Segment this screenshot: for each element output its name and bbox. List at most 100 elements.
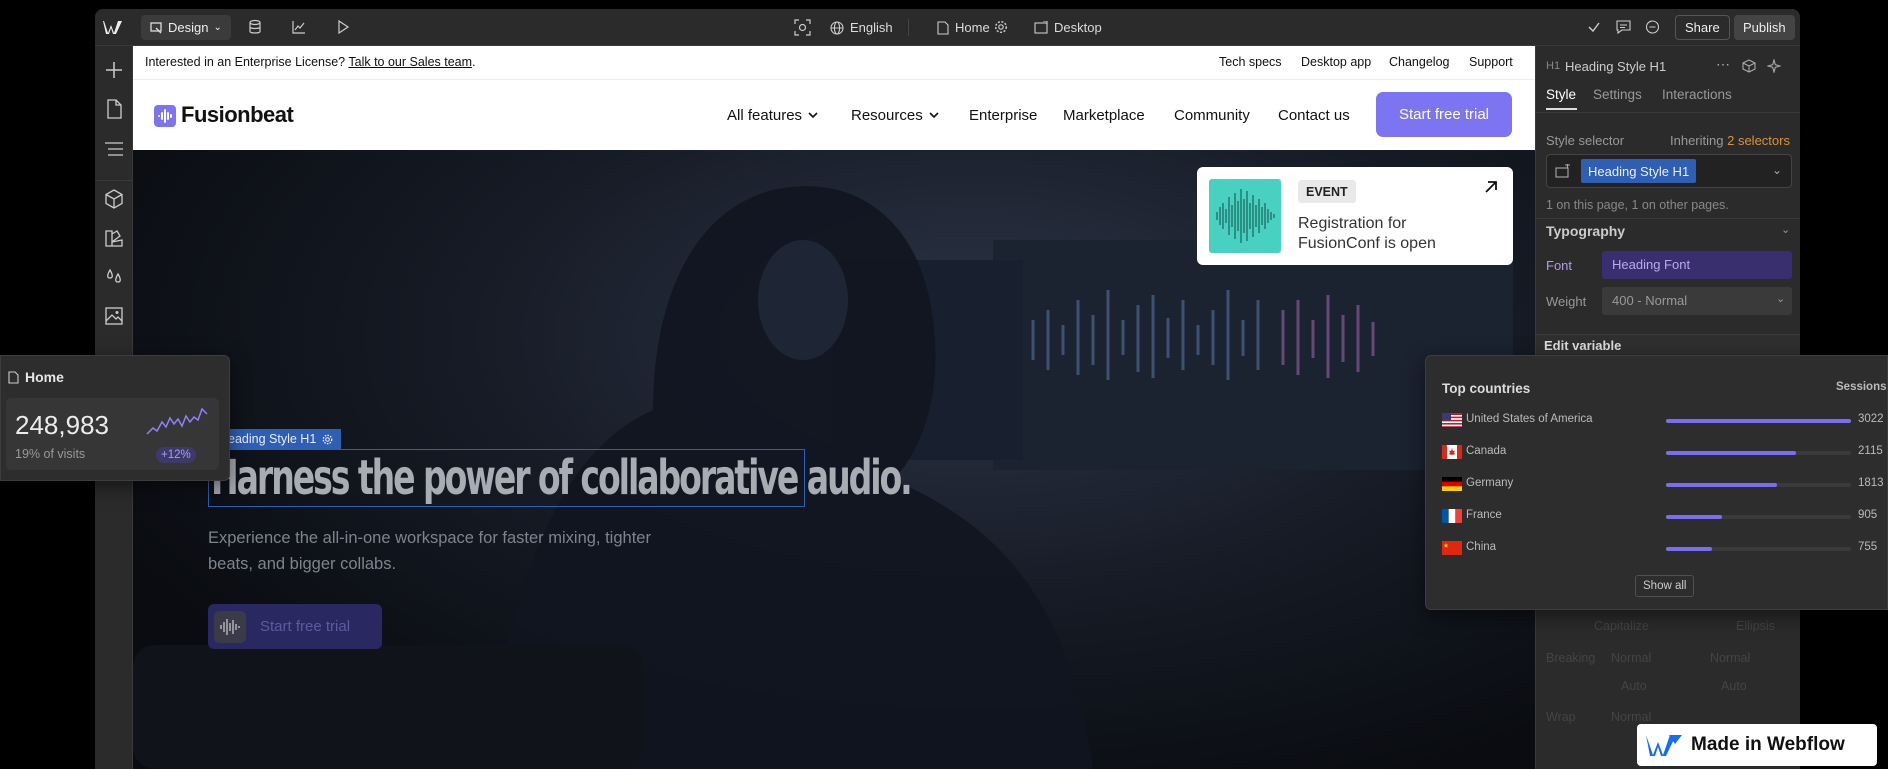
webflow-logo-icon xyxy=(1645,732,1683,758)
components-cube-icon[interactable] xyxy=(104,189,124,209)
chevron-down-icon[interactable]: ⌄ xyxy=(1781,223,1790,236)
tab-style[interactable]: Style xyxy=(1546,87,1576,102)
comments-icon[interactable] xyxy=(1645,20,1660,35)
event-title-line-1: Registration for xyxy=(1298,215,1407,232)
add-element-plus-icon[interactable] xyxy=(104,60,124,80)
auto-value-2[interactable]: Auto xyxy=(1721,679,1747,693)
selector-chip[interactable]: Heading Style H1 xyxy=(1581,159,1697,183)
locale-label: English xyxy=(850,20,893,35)
ai-sparkle-icon[interactable] xyxy=(1767,59,1781,73)
visits-sparkline xyxy=(146,407,208,435)
flag-fr-icon xyxy=(1442,509,1462,523)
wrap-value[interactable]: Normal xyxy=(1611,710,1651,724)
announcement-period: . xyxy=(472,55,476,69)
hero-heading[interactable]: Harness the power of collaborative audio… xyxy=(211,450,913,506)
auto-value[interactable]: Auto xyxy=(1621,679,1647,693)
pages-icon[interactable] xyxy=(104,99,124,119)
style-selector-field[interactable]: Heading Style H1 ⌄ xyxy=(1546,154,1792,188)
change-badge: +12% xyxy=(156,447,196,463)
designer-canvas[interactable]: Interested in an Enterprise License? Tal… xyxy=(133,46,1535,769)
sessions-bar-fill xyxy=(1666,451,1796,455)
element-name: Heading Style H1 xyxy=(1565,59,1667,74)
sales-team-link[interactable]: Talk to our Sales team xyxy=(348,55,472,69)
desktop-app-link[interactable]: Desktop app xyxy=(1301,55,1371,69)
event-title-line-2: FusionConf is open xyxy=(1298,235,1436,252)
preview-play-icon[interactable] xyxy=(335,19,351,35)
sessions-value: 3022 xyxy=(1858,413,1884,425)
selected-element-label[interactable]: Heading Style H1 xyxy=(211,429,342,449)
globe-icon xyxy=(830,20,844,35)
assets-image-icon[interactable] xyxy=(104,306,124,326)
show-all-button[interactable]: Show all xyxy=(1635,575,1695,597)
breaking-value-2[interactable]: Normal xyxy=(1710,651,1750,665)
font-variable-field[interactable]: Heading Font xyxy=(1602,251,1792,279)
sessions-bar-fill xyxy=(1666,483,1777,487)
sessions-value: 2115 xyxy=(1858,445,1883,457)
locale-selector[interactable]: English xyxy=(830,9,893,46)
breaking-label: Breaking xyxy=(1546,651,1596,665)
sessions-value: 905 xyxy=(1858,509,1878,521)
sessions-bar-fill xyxy=(1666,419,1851,423)
waveform-icon xyxy=(214,610,246,643)
top-countries-title: Top countries xyxy=(1442,381,1531,396)
page-selector[interactable]: Home xyxy=(937,9,990,46)
cms-database-icon[interactable] xyxy=(247,19,263,35)
chevron-down-icon: ⌄ xyxy=(1776,293,1786,305)
arrow-up-right-icon xyxy=(1484,180,1498,194)
share-button[interactable]: Share xyxy=(1675,15,1730,40)
typography-heading[interactable]: Typography xyxy=(1546,223,1625,239)
country-name: United States of America xyxy=(1466,413,1593,425)
design-mode-dropdown[interactable]: Design ⌄ xyxy=(141,15,231,40)
nav-marketplace[interactable]: Marketplace xyxy=(1063,80,1145,151)
chevron-down-icon: ⌄ xyxy=(213,22,222,33)
hero-start-trial-button[interactable]: Start free trial xyxy=(208,604,382,649)
navigator-icon[interactable] xyxy=(104,139,124,159)
edit-comment-icon[interactable] xyxy=(1616,20,1631,34)
sessions-bar-track xyxy=(1666,515,1851,519)
nav-contact-us[interactable]: Contact us xyxy=(1278,80,1350,151)
inheriting-count[interactable]: 2 selectors xyxy=(1727,133,1790,148)
country-row: China 755 xyxy=(1426,538,1888,560)
analytics-chart-icon[interactable] xyxy=(291,19,307,35)
event-card[interactable]: EVENT Registration for FusionConf is ope… xyxy=(1197,167,1513,265)
nav-community[interactable]: Community xyxy=(1174,80,1250,151)
top-countries-card: Top countries Sessions United States of … xyxy=(1425,355,1888,610)
style-drops-icon[interactable] xyxy=(104,267,124,287)
ellipsis-option[interactable]: Ellipsis xyxy=(1736,619,1775,633)
selector-usage: 1 on this page, 1 on other pages. xyxy=(1546,198,1729,212)
announcement-text: Interested in an Enterprise License? Tal… xyxy=(145,55,476,69)
sessions-bar-track xyxy=(1666,483,1851,487)
page-settings-gear-icon[interactable] xyxy=(994,20,1008,34)
chevron-down-icon[interactable]: ⌄ xyxy=(1772,163,1782,177)
tab-settings[interactable]: Settings xyxy=(1593,87,1642,102)
more-options-icon[interactable]: ⋯ xyxy=(1716,56,1730,73)
changelog-link[interactable]: Changelog xyxy=(1389,55,1449,69)
capitalize-option[interactable]: Capitalize xyxy=(1594,619,1649,633)
webflow-logo-icon[interactable] xyxy=(103,18,123,36)
breaking-value[interactable]: Normal xyxy=(1611,651,1651,665)
country-name: Canada xyxy=(1466,445,1507,457)
checkmark-icon[interactable] xyxy=(1587,20,1601,34)
nav-start-trial-button[interactable]: Start free trial xyxy=(1376,92,1512,137)
nav-enterprise[interactable]: Enterprise xyxy=(969,80,1037,151)
nav-resources[interactable]: Resources xyxy=(851,80,939,151)
active-tab-indicator xyxy=(1546,108,1577,110)
fusionbeat-logo-icon[interactable] xyxy=(154,105,176,127)
nav-all-features[interactable]: All features xyxy=(727,80,818,151)
breakpoint-selector[interactable]: Desktop xyxy=(1034,9,1102,46)
tab-interactions[interactable]: Interactions xyxy=(1662,87,1732,102)
screenshot-focus-icon[interactable] xyxy=(794,19,811,36)
badge-label: Made in Webflow xyxy=(1691,734,1845,755)
made-in-webflow-badge[interactable]: Made in Webflow xyxy=(1637,724,1877,766)
brand-name[interactable]: Fusionbeat xyxy=(181,102,294,128)
weight-select[interactable]: 400 - Normal xyxy=(1602,287,1792,315)
publish-button[interactable]: Publish xyxy=(1734,15,1795,40)
support-link[interactable]: Support xyxy=(1469,55,1513,69)
component-cube-icon[interactable] xyxy=(1742,59,1756,73)
element-tag-badge: H1 xyxy=(1546,60,1561,72)
sessions-bar-fill xyxy=(1666,515,1722,519)
tech-specs-link[interactable]: Tech specs xyxy=(1219,55,1282,69)
event-waveform-image xyxy=(1209,179,1281,253)
variables-swatch-icon[interactable] xyxy=(104,228,124,248)
event-tag: EVENT xyxy=(1298,180,1356,203)
